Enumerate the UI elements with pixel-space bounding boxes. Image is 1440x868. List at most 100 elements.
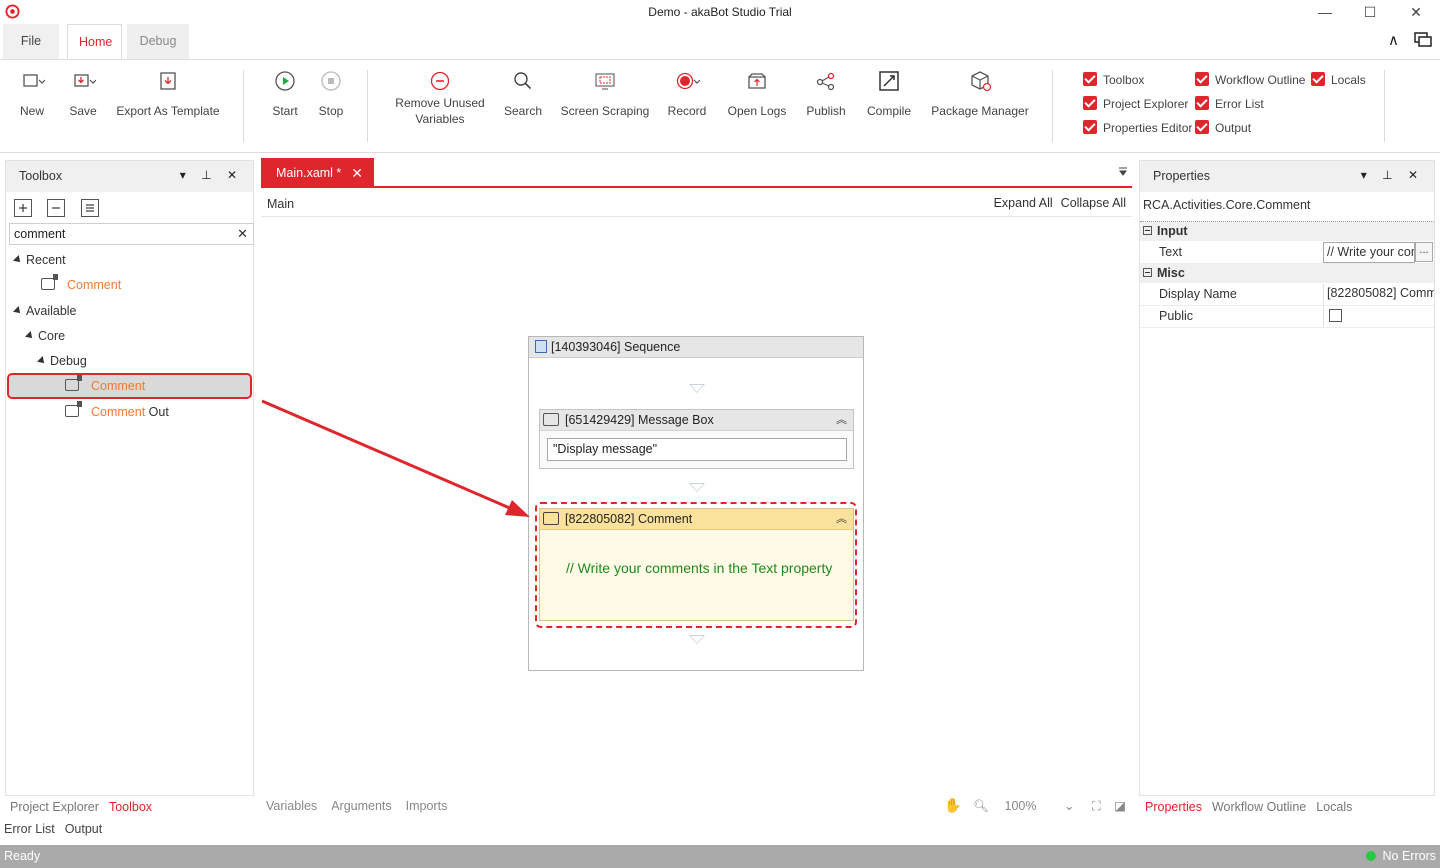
search-button[interactable]: Search [503, 68, 543, 119]
save-button[interactable]: Save [64, 68, 102, 119]
display-name-input[interactable]: [822805082] Comment [1323, 284, 1434, 305]
tree-item-debug-comment[interactable]: Comment [65, 375, 145, 393]
sequence-header[interactable]: [140393046] Sequence [529, 337, 863, 358]
tab-workflow-outline[interactable]: Workflow Outline [1212, 800, 1306, 814]
tree-node-core[interactable]: Core [25, 329, 65, 343]
status-bar: Ready No Errors [0, 845, 1440, 868]
expand-all-icon[interactable] [14, 199, 32, 217]
collapse-ribbon-button[interactable]: ∧ [1388, 31, 1399, 49]
ribbon-separator [367, 70, 368, 142]
edit-text-button[interactable]: ... [1415, 242, 1433, 262]
public-checkbox[interactable] [1329, 309, 1342, 322]
minimize-button[interactable]: — [1305, 2, 1345, 22]
tab-arguments[interactable]: Arguments [331, 799, 391, 813]
panel-controls[interactable]: ▾ ⊥ ✕ [180, 168, 243, 182]
tab-file[interactable]: File [3, 24, 59, 59]
tree-node-available[interactable]: Available [13, 304, 77, 318]
toolbox-search-input[interactable] [10, 224, 230, 244]
tab-project-explorer[interactable]: Project Explorer [10, 800, 99, 814]
tree-item-recent-comment[interactable]: Comment [41, 274, 121, 292]
tab-variables[interactable]: Variables [266, 799, 317, 813]
tab-output[interactable]: Output [65, 822, 103, 836]
expand-all-link[interactable]: Expand All [994, 196, 1053, 210]
message-box-header[interactable]: [651429429] Message Box ︽ [540, 410, 853, 431]
list-view-icon[interactable] [80, 199, 99, 217]
collapse-activity-icon[interactable]: ︽ [836, 410, 847, 430]
group-input[interactable]: Input [1140, 222, 1434, 241]
toolbox-checkbox[interactable]: Toolbox [1083, 72, 1144, 90]
drop-target-arrow-icon[interactable] [689, 635, 705, 644]
collapse-group-icon[interactable] [1143, 226, 1152, 235]
maximize-button[interactable]: ☐ [1350, 2, 1390, 22]
locals-checkbox[interactable]: Locals [1311, 72, 1366, 90]
package-manager-button[interactable]: Package Manager [931, 68, 1029, 119]
toolbox-title: Toolbox [19, 169, 63, 183]
tree-node-recent[interactable]: Recent [13, 253, 66, 267]
expand-triangle-icon [37, 356, 47, 366]
tab-locals[interactable]: Locals [1316, 800, 1352, 814]
workflow-designer[interactable]: Main Expand All Collapse All [140393046] … [261, 190, 1132, 796]
output-checkbox[interactable]: Output [1195, 120, 1251, 138]
close-tab-icon[interactable]: ✕ [351, 158, 363, 188]
tab-debug[interactable]: Debug [127, 24, 189, 59]
tab-imports[interactable]: Imports [406, 799, 448, 813]
tab-home[interactable]: Home [67, 24, 122, 60]
tree-node-debug[interactable]: Debug [37, 354, 87, 368]
breadcrumb[interactable]: Main [267, 197, 294, 211]
error-status: No Errors [1365, 845, 1436, 868]
remove-unused-variables-button[interactable]: Remove Unused Variables [393, 68, 487, 127]
project-explorer-checkbox[interactable]: Project Explorer [1083, 96, 1188, 114]
fit-screen-icon[interactable]: ⛶ [1092, 799, 1101, 813]
message-text-field[interactable]: "Display message" [547, 438, 847, 461]
tab-list-menu-icon[interactable] [1118, 166, 1128, 176]
comment-text: // Write your comments in the Text prope… [566, 560, 833, 576]
screen-scraping-button[interactable]: Screen Scraping [560, 68, 650, 119]
zoom-dropdown-icon[interactable]: ⌄ [1064, 799, 1074, 813]
new-button[interactable]: New [14, 68, 50, 119]
close-button[interactable]: ✕ [1396, 2, 1436, 22]
overview-icon[interactable]: ◪ [1114, 799, 1126, 813]
output-tabs: Error List Output [4, 822, 112, 836]
feedback-icon[interactable] [1414, 32, 1432, 48]
designer-bottom-bar: Variables Arguments Imports ✋ 🔍︎ 100% ⌄ ⛶ … [261, 796, 1132, 818]
properties-editor-checkbox[interactable]: Properties Editor [1083, 120, 1192, 138]
drop-target-arrow-icon[interactable] [689, 384, 705, 393]
pan-hand-icon[interactable]: ✋ [944, 797, 961, 813]
panel-controls[interactable]: ▾ ⊥ ✕ [1361, 168, 1424, 182]
drop-target-arrow-icon[interactable] [689, 483, 705, 492]
status-ok-icon [1365, 851, 1376, 861]
clear-search-icon[interactable]: ✕ [237, 226, 248, 242]
compile-button[interactable]: Compile [865, 68, 913, 119]
stop-button[interactable]: Stop [315, 68, 347, 119]
tab-properties[interactable]: Properties [1145, 800, 1202, 814]
start-button[interactable]: Start [268, 68, 302, 119]
tab-error-list[interactable]: Error List [4, 822, 55, 836]
message-box-activity[interactable]: [651429429] Message Box ︽ "Display messa… [539, 409, 854, 469]
comment-activity[interactable]: [822805082] Comment ︽ // Write your comm… [539, 508, 854, 621]
sequence-activity[interactable]: [140393046] Sequence [651429429] Message… [528, 336, 864, 671]
export-as-template-button[interactable]: Export As Template [116, 68, 220, 119]
export-template-icon [160, 72, 176, 90]
comment-header[interactable]: [822805082] Comment ︽ [540, 509, 853, 530]
open-logs-button[interactable]: Open Logs [726, 68, 788, 119]
group-misc[interactable]: Misc [1140, 264, 1434, 283]
checkbox-checked-icon [1311, 72, 1325, 86]
text-property-input[interactable]: // Write your comments in the Text prope… [1323, 242, 1415, 263]
tab-toolbox[interactable]: Toolbox [109, 800, 152, 814]
tab-main-xaml[interactable]: Main.xaml * ✕ [261, 158, 374, 188]
publish-button[interactable]: Publish [804, 68, 848, 119]
ribbon-separator [243, 70, 244, 142]
zoom-level[interactable]: 100% [1005, 799, 1037, 813]
tree-item-comment-out[interactable]: Comment Out [65, 401, 169, 419]
properties-panel: Properties ▾ ⊥ ✕ RCA.Activities.Core.Com… [1139, 160, 1435, 796]
error-list-checkbox[interactable]: Error List [1195, 96, 1264, 114]
collapse-all-icon[interactable] [47, 199, 66, 217]
workflow-outline-checkbox[interactable]: Workflow Outline [1195, 72, 1305, 90]
record-button[interactable]: Record [666, 68, 708, 119]
collapse-activity-icon[interactable]: ︽ [836, 509, 847, 529]
collapse-group-icon[interactable] [1143, 268, 1152, 277]
toolbox-toolbar [14, 199, 111, 219]
collapse-all-link[interactable]: Collapse All [1061, 196, 1126, 210]
zoom-icon[interactable]: 🔍︎ [973, 799, 989, 813]
expand-triangle-icon [25, 331, 35, 341]
